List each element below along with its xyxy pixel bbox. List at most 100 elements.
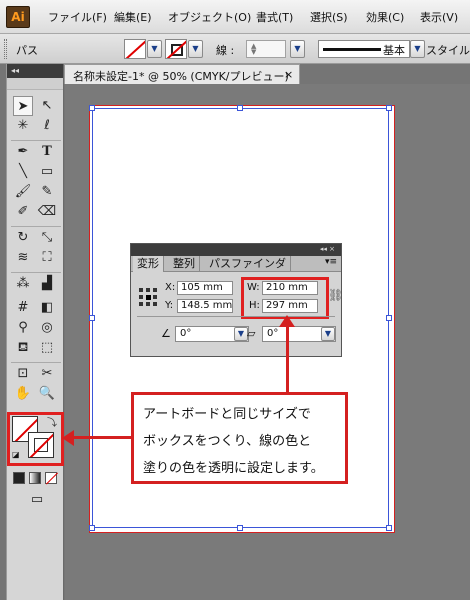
symbol-sprayer-tool-icon[interactable]: ⁂: [13, 274, 33, 294]
callout-arrow-left: [70, 436, 131, 439]
selection-handle[interactable]: [237, 525, 243, 531]
paintbrush-tool-icon[interactable]: 🖌: [13, 182, 33, 202]
stroke-weight-field[interactable]: ▲ ▼: [246, 40, 286, 58]
stroke-weight-label: 線 :: [216, 44, 235, 57]
menu-type[interactable]: 書式(T): [256, 9, 293, 25]
fill-swatch[interactable]: [124, 39, 146, 59]
callout-line-1: アートボードと同じサイズで: [143, 407, 311, 422]
panel-header-controls[interactable]: ◂◂ ×: [131, 244, 341, 256]
selection-handle[interactable]: [89, 525, 95, 531]
tools-panel: ◂◂ ➤ ↖ ✳ ℓ ✒ T ╲ ▭ 🖌 ✎ ✐ ⌫ ↻ ⤡ ≋ ⛶ ⁂ ▟ #…: [6, 64, 64, 600]
shear-dropdown[interactable]: ▼: [321, 327, 335, 341]
tab-pathfinder[interactable]: パスファインダ: [205, 256, 291, 272]
blob-brush-tool-icon[interactable]: ✐: [13, 202, 33, 222]
blend-tool-icon[interactable]: ◎: [37, 318, 57, 338]
rotate-field[interactable]: 0° ▼: [175, 326, 249, 342]
close-icon[interactable]: ×: [284, 68, 293, 81]
callout-line-2: ボックスをつくり、線の色と: [143, 434, 312, 449]
swap-fill-stroke-icon[interactable]: ⤵: [47, 414, 57, 429]
screen-mode-icon[interactable]: ▭: [25, 490, 49, 510]
shear-field[interactable]: 0° ▼: [262, 326, 336, 342]
menu-edit[interactable]: 編集(E): [114, 9, 152, 25]
selection-handle[interactable]: [386, 105, 392, 111]
selection-handle[interactable]: [89, 315, 95, 321]
rotate-tool-icon[interactable]: ↻: [13, 228, 33, 248]
magic-wand-tool-icon[interactable]: ✳: [13, 116, 33, 136]
instruction-callout: アートボードと同じサイズで ボックスをつくり、線の色と 塗りの色を透明に設定しま…: [131, 392, 348, 484]
tab-align[interactable]: 整列: [169, 256, 200, 272]
tools-grip[interactable]: [7, 78, 63, 90]
direct-selection-tool-icon[interactable]: ↖: [37, 96, 57, 116]
warp-tool-icon[interactable]: ≋: [13, 248, 33, 268]
style-label: スタイル: [426, 44, 470, 57]
shear-angle-icon: ⏥: [247, 327, 256, 340]
type-tool-icon[interactable]: T: [37, 142, 57, 162]
transform-panel: ◂◂ × 変形 整列 パスファインダ ▾≡ X: 105 mm Y: 148.5…: [130, 243, 343, 357]
control-bar: パス ▼ ▼ 線 : ▲ ▼ ▼ 基本 ▼ スタイル: [0, 34, 470, 64]
stroke-dropdown[interactable]: ▼: [188, 40, 203, 58]
selection-handle[interactable]: [89, 105, 95, 111]
panel-menu-icon[interactable]: ▾≡: [325, 257, 337, 267]
menu-view[interactable]: 表示(V): [420, 9, 458, 25]
menu-file[interactable]: ファイル(F): [48, 9, 107, 25]
stroke-none-swatch[interactable]: [28, 432, 54, 458]
rotate-value: 0°: [180, 328, 192, 339]
illustrator-logo-icon: Ai: [6, 6, 30, 28]
rotate-dropdown[interactable]: ▼: [234, 327, 248, 341]
constrain-proportions-link-icon[interactable]: ⛓: [328, 288, 343, 302]
mesh-tool-icon[interactable]: #: [13, 298, 33, 318]
rotate-angle-icon: ∠: [161, 327, 171, 340]
rectangle-tool-icon[interactable]: ▭: [37, 162, 57, 182]
eyedropper-tool-icon[interactable]: ⚲: [13, 318, 33, 338]
x-label: X:: [165, 282, 176, 293]
menu-bar: Ai ファイル(F) 編集(E) オブジェクト(O) 書式(T) 選択(S) 効…: [0, 0, 470, 34]
document-title: 名称未設定-1* @ 50% (CMYK/プレビュー): [73, 70, 289, 83]
default-fill-stroke-icon[interactable]: ◪: [12, 450, 22, 460]
callout-line-3: 塗りの色を透明に設定します。: [143, 461, 324, 476]
object-type-label: パス: [16, 44, 38, 57]
none-mode-icon[interactable]: [45, 472, 59, 485]
artboard-tool-icon[interactable]: ⊡: [13, 364, 33, 384]
callout-arrow-up-head: [279, 315, 295, 327]
selection-tool-icon[interactable]: ➤: [13, 96, 33, 116]
pen-tool-icon[interactable]: ✒: [13, 142, 33, 162]
stroke-weight-dropdown[interactable]: ▼: [290, 40, 305, 58]
menu-object[interactable]: オブジェクト(O): [168, 9, 251, 25]
shear-value: 0°: [267, 328, 279, 339]
line-tool-icon[interactable]: ╲: [13, 162, 33, 182]
callout-arrow-left-head: [62, 430, 74, 446]
tools-collapse-button[interactable]: ◂◂: [7, 64, 63, 78]
control-bar-grip[interactable]: [4, 39, 7, 59]
callout-arrow-up: [286, 320, 289, 392]
selection-handle[interactable]: [386, 525, 392, 531]
column-graph-tool-icon[interactable]: ▟: [37, 274, 57, 294]
free-transform-tool-icon[interactable]: ⛶: [37, 248, 57, 268]
scale-tool-icon[interactable]: ⤡: [37, 228, 57, 248]
y-field[interactable]: 148.5 mm: [177, 299, 233, 313]
brush-definition-field[interactable]: 基本: [318, 40, 410, 58]
brush-dropdown[interactable]: ▼: [410, 40, 425, 58]
fill-dropdown[interactable]: ▼: [147, 40, 162, 58]
reference-point-icon[interactable]: [139, 288, 157, 306]
lasso-tool-icon[interactable]: ℓ: [37, 116, 57, 136]
y-label: Y:: [165, 300, 174, 311]
pencil-tool-icon[interactable]: ✎: [37, 182, 57, 202]
zoom-tool-icon[interactable]: 🔍: [37, 384, 57, 404]
eraser-tool-icon[interactable]: ⌫: [37, 202, 57, 222]
menu-effect[interactable]: 効果(C): [366, 9, 404, 25]
selection-handle[interactable]: [237, 105, 243, 111]
selection-handle[interactable]: [386, 315, 392, 321]
document-tab[interactable]: 名称未設定-1* @ 50% (CMYK/プレビュー) ×: [64, 64, 300, 84]
gradient-mode-icon[interactable]: [29, 472, 41, 484]
width-height-highlight: [241, 277, 329, 319]
live-paint-selection-tool-icon[interactable]: ⬚: [37, 338, 57, 358]
gradient-tool-icon[interactable]: ◧: [37, 298, 57, 318]
live-paint-bucket-tool-icon[interactable]: ⛾: [13, 338, 33, 358]
tab-transform[interactable]: 変形: [133, 256, 164, 272]
x-field[interactable]: 105 mm: [177, 281, 233, 295]
hand-tool-icon[interactable]: ✋: [13, 384, 33, 404]
color-mode-icon[interactable]: [13, 472, 25, 484]
menu-select[interactable]: 選択(S): [310, 9, 348, 25]
stroke-swatch[interactable]: [165, 39, 187, 59]
slice-tool-icon[interactable]: ✂: [37, 364, 57, 384]
